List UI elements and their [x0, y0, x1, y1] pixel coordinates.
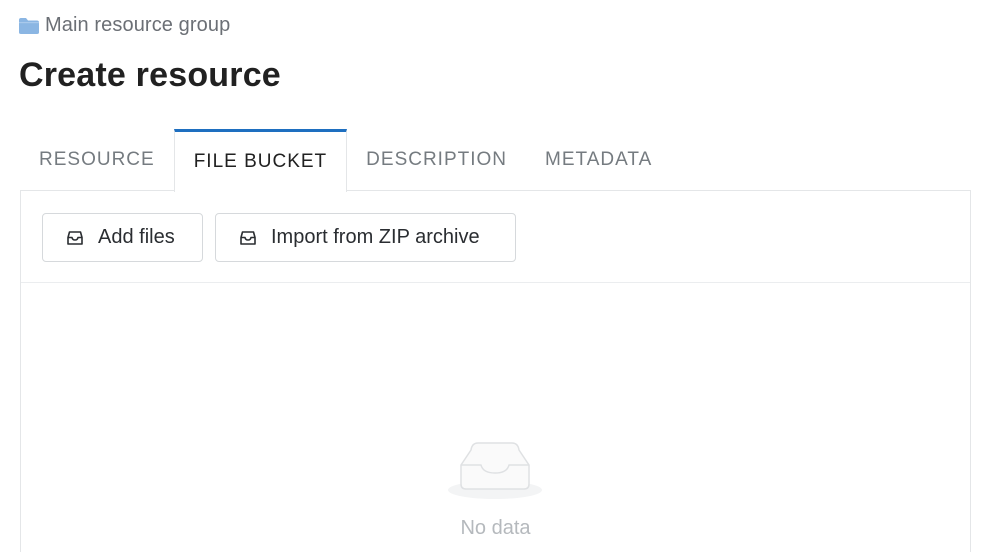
tab-metadata[interactable]: METADATA: [526, 129, 671, 191]
tab-description[interactable]: DESCRIPTION: [347, 129, 526, 191]
tab-bar: RESOURCE FILE BUCKET DESCRIPTION METADAT…: [20, 129, 671, 192]
import-zip-label: Import from ZIP archive: [271, 226, 480, 248]
empty-inbox-icon: [447, 439, 543, 501]
file-bucket-toolbar: Add files Import from ZIP archive: [21, 191, 970, 283]
add-files-label: Add files: [98, 226, 175, 248]
add-files-button[interactable]: Add files: [42, 213, 203, 262]
folder-icon: [18, 17, 40, 35]
empty-state: No data: [21, 283, 970, 552]
tab-file-bucket[interactable]: FILE BUCKET: [173, 129, 348, 192]
import-zip-button[interactable]: Import from ZIP archive: [215, 213, 516, 262]
breadcrumb: Main resource group: [18, 14, 230, 37]
file-bucket-panel: Add files Import from ZIP archive No dat…: [20, 190, 971, 552]
page-title: Create resource: [19, 56, 281, 94]
tab-resource[interactable]: RESOURCE: [20, 129, 174, 191]
breadcrumb-link-main-resource-group[interactable]: Main resource group: [45, 14, 230, 37]
empty-state-text: No data: [460, 517, 531, 539]
inbox-icon: [66, 229, 84, 247]
inbox-icon: [239, 229, 257, 247]
